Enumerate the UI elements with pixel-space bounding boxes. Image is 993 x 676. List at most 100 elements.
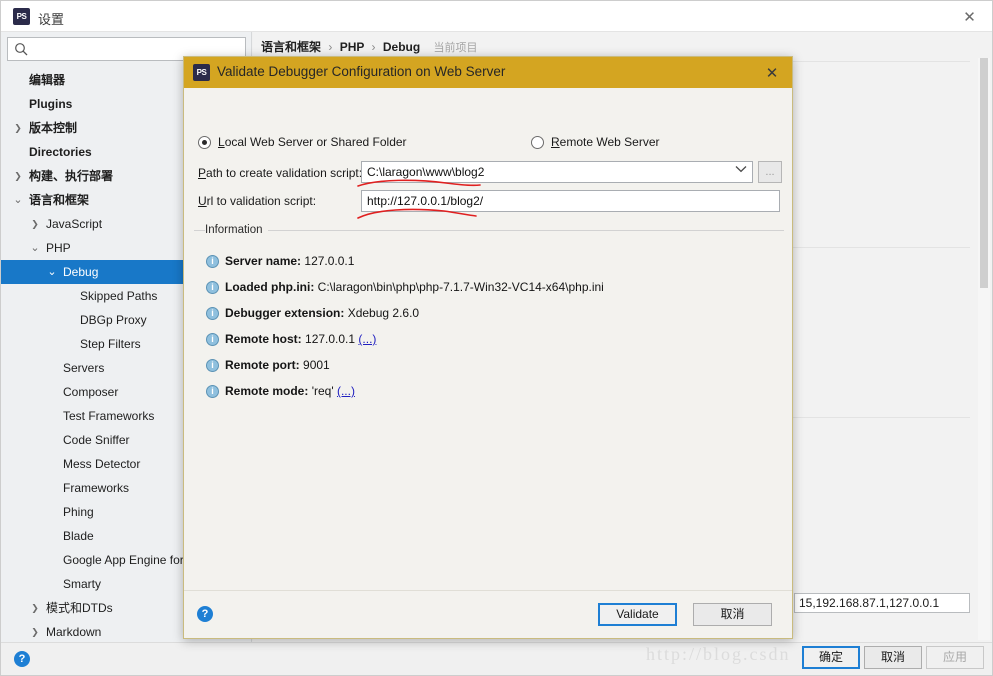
chevron-down-icon[interactable]: ⌄ [45,260,59,284]
phpstorm-logo-icon: PS [13,8,30,25]
information-key: Debugger extension: [225,306,345,320]
sidebar-item-label: 模式和DTDs [46,601,113,615]
information-text: Server name: 127.0.0.1 [225,254,354,268]
info-icon: i [206,255,219,268]
search-icon [14,42,29,57]
path-field-label: Path to create validation script: [198,166,362,180]
close-icon[interactable]: ✕ [947,1,992,32]
info-icon: i [206,307,219,320]
scrollbar-thumb[interactable] [980,58,988,288]
sidebar-item-label: JavaScript [46,217,103,231]
info-icon: i [206,385,219,398]
dialog-cancel-button[interactable]: 取消 [693,603,772,626]
information-text: Loaded php.ini: C:\laragon\bin\php\php-7… [225,280,604,294]
sidebar-item-label: Step Filters [80,337,141,351]
browse-path-button[interactable]: ... [758,161,782,183]
radio-remote-mnemonic: R [551,135,560,149]
url-to-validation-script-input[interactable]: http://127.0.0.1/blog2/ [361,190,780,212]
info-icon: i [206,281,219,294]
url-field-label: Url to validation script: [198,194,316,208]
sidebar-item-label: 编辑器 [29,73,66,87]
dialog-title: Validate Debugger Configuration on Web S… [217,64,506,79]
information-detail-link[interactable]: (...) [337,384,355,398]
sidebar-item-label: Servers [63,361,105,375]
sidebar-item-label: Smarty [63,577,102,591]
ignored-hosts-field[interactable]: 15,192.168.87.1,127.0.0.1 [794,593,970,613]
sidebar-item-label: Directories [29,145,92,159]
group-border [194,230,784,231]
breadcrumb-part-2: PHP [339,40,365,54]
cancel-button[interactable]: 取消 [864,646,922,669]
dialog-footer: ? Validate 取消 [184,590,792,638]
sidebar-item-label: Skipped Paths [80,289,158,303]
information-value: 9001 [303,358,330,372]
project-scope-badge: 当前项目 [433,42,478,54]
help-icon[interactable]: ? [197,606,213,622]
information-detail-link[interactable]: (...) [358,332,376,346]
chevron-right-icon[interactable]: ❯ [28,620,42,642]
sidebar-item-label: Test Frameworks [63,409,155,423]
sidebar-item-label: DBGp Proxy [80,313,147,327]
sidebar-item-label: Mess Detector [63,457,141,471]
information-value: 127.0.0.1 [305,332,356,346]
path-label-mnemonic: P [198,166,207,180]
sidebar-item-label: Phing [63,505,94,519]
validate-debugger-dialog: PS Validate Debugger Configuration on We… [183,56,793,639]
information-key: Loaded php.ini: [225,280,315,294]
information-key: Server name: [225,254,302,268]
information-value: 127.0.0.1 [304,254,355,268]
panel-scrollbar[interactable] [978,58,990,640]
chevron-right-icon[interactable]: ❯ [11,116,25,140]
chevron-down-icon[interactable]: ⌄ [11,188,25,212]
radio-indicator [531,136,544,149]
breadcrumb-separator: › [371,40,376,54]
information-key: Remote mode: [225,384,309,398]
information-key: Remote port: [225,358,300,372]
information-value: C:\laragon\bin\php\php-7.1.7-Win32-VC14-… [317,280,604,294]
breadcrumb-part-3: Debug [382,40,421,54]
sidebar-item-label: Debug [63,265,99,279]
sidebar-item-label: PHP [46,241,71,255]
information-group-label: Information [205,224,268,236]
sidebar-item-label: 版本控制 [29,121,78,135]
radio-remote-rest: emote Web Server [559,135,660,149]
sidebar-item-label: Markdown [46,625,102,639]
sidebar-item-label: Composer [63,385,119,399]
chevron-down-icon[interactable]: ⌄ [28,236,42,260]
breadcrumb-separator: › [328,40,333,54]
breadcrumb-part-1: 语言和框架 [261,40,322,54]
close-icon[interactable]: ✕ [762,63,782,83]
information-key: Remote host: [225,332,302,346]
chevron-down-icon[interactable] [735,165,747,176]
apply-button[interactable]: 应用 [926,646,984,669]
help-icon[interactable]: ? [14,651,30,667]
info-icon: i [206,359,219,372]
information-value: 'req' [311,384,334,398]
info-icon: i [206,333,219,346]
radio-local-mnemonic: L [218,135,225,149]
radio-local-label: Local Web Server or Shared Folder [218,135,407,149]
chevron-right-icon[interactable]: ❯ [28,212,42,236]
path-to-validation-script-input[interactable]: C:\laragon\www\blog2 [361,161,753,183]
radio-local-rest: ocal Web Server or Shared Folder [224,135,407,149]
window-footer: ? http://blog.csdn 确定 取消 应用 [1,642,992,675]
chevron-right-icon[interactable]: ❯ [11,164,25,188]
validate-button[interactable]: Validate [598,603,677,626]
radio-remote-label: Remote Web Server [551,135,660,149]
dialog-title-bar: PS Validate Debugger Configuration on We… [184,57,792,88]
phpstorm-logo-icon: PS [193,64,210,81]
radio-indicator [198,136,211,149]
sidebar-item-label: Blade [63,529,94,543]
sidebar-item-label: 构建、执行部署 [29,169,114,183]
information-text: Remote mode: 'req' (...) [225,384,355,398]
ok-button[interactable]: 确定 [802,646,860,669]
sidebar-item-label: Frameworks [63,481,130,495]
window-title: 设置 [38,12,65,27]
chevron-right-icon[interactable]: ❯ [28,596,42,620]
path-label-rest: ath to create validation script: [206,166,363,180]
sidebar-item-label: Code Sniffer [63,433,130,447]
sidebar-item-label: Plugins [29,97,73,111]
information-text: Remote port: 9001 [225,358,330,372]
information-text: Remote host: 127.0.0.1 (...) [225,332,376,346]
sidebar-item-label: 语言和框架 [29,193,90,207]
